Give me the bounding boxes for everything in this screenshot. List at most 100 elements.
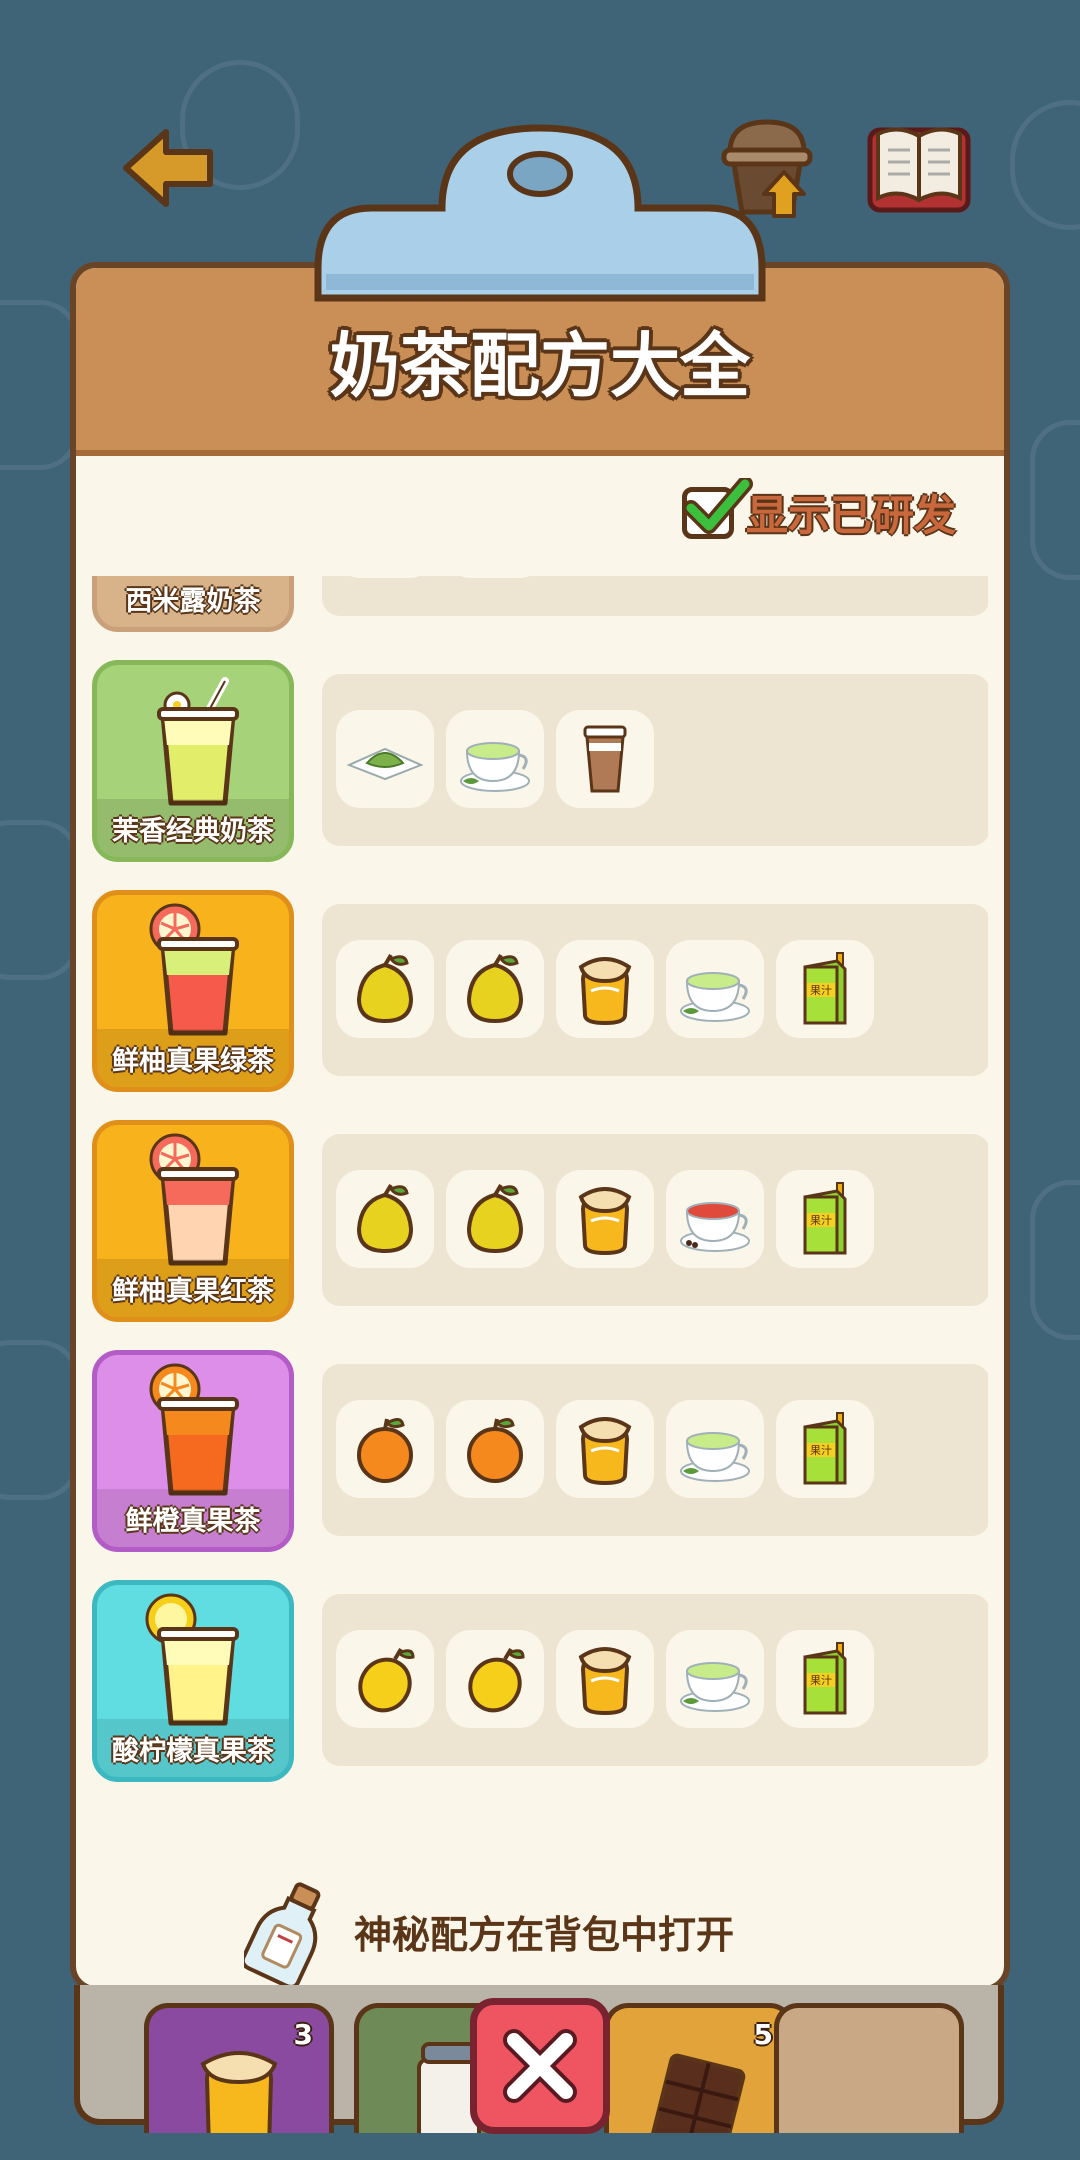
recipe-row[interactable]: 酸柠檬真果茶 果汁 [92, 1580, 988, 1786]
checkmark-icon [682, 477, 753, 534]
ingredient-panel [322, 576, 988, 616]
honey-jar-icon [565, 1639, 645, 1719]
honey-jar-icon [565, 1409, 645, 1489]
recipe-row[interactable]: 鲜橙真果茶 果汁 [92, 1350, 988, 1556]
recipe-book-button[interactable] [864, 116, 974, 220]
juice-box-icon: 果汁 [785, 1179, 865, 1259]
recipe-list[interactable]: 西米露奶茶 茉香经典奶茶 鲜柚真果绿茶 果汁 鲜柚真果红茶 果汁 鲜橙真果茶 果汁 酸… [92, 576, 988, 1848]
recipe-row[interactable]: 茉香经典奶茶 [92, 660, 988, 866]
orange-icon [345, 1409, 425, 1489]
juice-box-icon: 果汁 [785, 1409, 865, 1489]
svg-text:果汁: 果汁 [810, 984, 832, 997]
juice-box-icon: 果汁 [785, 1639, 865, 1719]
inventory-slot[interactable] [774, 2003, 964, 2133]
pomelo-icon [345, 949, 425, 1029]
item-count: 3 [293, 2018, 313, 2051]
lemon-icon [455, 1639, 535, 1719]
honey-jar-icon [565, 949, 645, 1029]
recipe-name: 鲜柚真果红茶 [97, 1259, 289, 1317]
recipe-card[interactable]: 酸柠檬真果茶 [92, 1580, 294, 1782]
black-tea-cup-icon [675, 1179, 755, 1259]
back-button[interactable] [118, 118, 218, 218]
item-count: 5 [753, 2018, 773, 2051]
recipe-book-icon [867, 127, 971, 213]
message-bottle-icon [244, 1882, 321, 1988]
honey-jar-icon [179, 2038, 299, 2133]
pomelo-icon [455, 949, 535, 1029]
ingredient-slot [446, 1400, 544, 1498]
close-button[interactable] [470, 1998, 610, 2134]
orange-icon [455, 1409, 535, 1489]
ingredient-slot [336, 1630, 434, 1728]
green-tea-cup-icon [675, 1409, 755, 1489]
milk-cup-icon [565, 719, 645, 799]
recipe-name: 鲜橙真果茶 [97, 1489, 289, 1547]
ingredient-slot [556, 1630, 654, 1728]
ingredient-slot [336, 1170, 434, 1268]
ingredient-slot [446, 710, 544, 808]
green-tea-cup-icon [675, 949, 755, 1029]
mystery-recipe-hint: 神秘配方在背包中打开 [76, 1864, 1004, 1988]
green-tea-cup-icon [675, 1639, 755, 1719]
recipe-row[interactable]: 西米露奶茶 [92, 576, 988, 636]
lemon-icon [345, 1639, 425, 1719]
close-x-icon [503, 2029, 577, 2103]
svg-text:果汁: 果汁 [810, 1214, 832, 1227]
ingredient-slot [336, 710, 434, 808]
back-arrow-icon [123, 129, 213, 207]
ingredient-slot: 果汁 [776, 1170, 874, 1268]
ingredient-slot: 果汁 [776, 1630, 874, 1728]
matcha-powder-icon [345, 719, 425, 799]
recipe-clipboard: 奶茶配方大全 显示已研发 西米露奶茶 茉香经典奶茶 鲜柚真果绿茶 果汁 鲜柚真果… [70, 262, 1010, 1992]
ingredient-slot [556, 710, 654, 808]
ingredient-slot [336, 1400, 434, 1498]
ingredient-slot [666, 1170, 764, 1268]
ingredient-panel [322, 674, 988, 846]
show-researched-toggle[interactable]: 显示已研发 [681, 477, 956, 543]
recipe-card[interactable]: 鲜柚真果红茶 [92, 1120, 294, 1322]
ingredient-slot [666, 1630, 764, 1728]
ingredient-slot [666, 940, 764, 1038]
recipe-name: 酸柠檬真果茶 [97, 1719, 289, 1777]
ingredient-slot [666, 1400, 764, 1498]
ingredient-slot [336, 576, 434, 578]
page-title: 奶茶配方大全 [330, 325, 750, 407]
ingredient-slot [446, 1170, 544, 1268]
recipe-card[interactable]: 茉香经典奶茶 [92, 660, 294, 862]
ingredient-slot [556, 1170, 654, 1268]
ingredient-slot [336, 940, 434, 1038]
checkbox[interactable] [681, 477, 753, 539]
juice-box-icon: 果汁 [785, 949, 865, 1029]
inventory-slot[interactable]: 3 [144, 2003, 334, 2133]
green-tea-cup-icon [455, 719, 535, 799]
honey-jar-icon [565, 1179, 645, 1259]
recipe-name: 鲜柚真果绿茶 [97, 1029, 289, 1087]
ingredient-slot [446, 1630, 544, 1728]
inventory-slot[interactable]: 5 [604, 2003, 794, 2133]
clipboard-clip [314, 124, 766, 302]
recipe-card[interactable]: 西米露奶茶 [92, 576, 294, 632]
ingredient-slot [446, 940, 544, 1038]
ingredient-panel: 果汁 [322, 1364, 988, 1536]
recipe-name: 西米露奶茶 [97, 576, 289, 627]
ingredient-slot [556, 1400, 654, 1498]
recipe-row[interactable]: 鲜柚真果绿茶 果汁 [92, 890, 988, 1096]
chocolate-icon [639, 2038, 759, 2133]
ingredient-slot: 果汁 [776, 940, 874, 1038]
ingredient-panel: 果汁 [322, 904, 988, 1076]
ingredient-slot [446, 576, 544, 578]
ingredient-panel: 果汁 [322, 1594, 988, 1766]
recipe-card[interactable]: 鲜橙真果茶 [92, 1350, 294, 1552]
recipe-row[interactable]: 鲜柚真果红茶 果汁 [92, 1120, 988, 1326]
recipe-card[interactable]: 鲜柚真果绿茶 [92, 890, 294, 1092]
hint-text: 神秘配方在背包中打开 [354, 1913, 735, 1957]
ingredient-panel: 果汁 [322, 1134, 988, 1306]
pomelo-icon [455, 1179, 535, 1259]
svg-text:果汁: 果汁 [810, 1674, 832, 1687]
svg-text:果汁: 果汁 [810, 1444, 832, 1457]
toggle-label: 显示已研发 [745, 491, 956, 540]
ingredient-slot [556, 940, 654, 1038]
pomelo-icon [345, 1179, 425, 1259]
recipe-name: 茉香经典奶茶 [97, 799, 289, 857]
ingredient-slot: 果汁 [776, 1400, 874, 1498]
